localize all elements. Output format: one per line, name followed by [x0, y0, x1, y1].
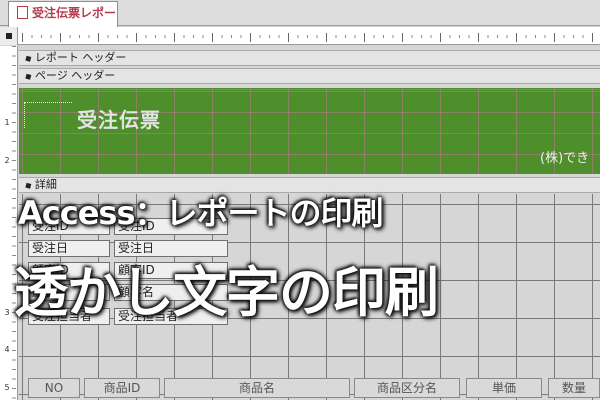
section-arrow-icon: ◆: [22, 70, 34, 84]
column-header-category[interactable]: 商品区分名: [354, 378, 460, 398]
select-report-icon[interactable]: [6, 33, 12, 39]
title-label-outline: [24, 102, 72, 128]
column-header-no[interactable]: NO: [28, 378, 80, 398]
column-header-product-name[interactable]: 商品名: [164, 378, 350, 398]
horizontal-ruler: [0, 27, 600, 45]
overlay-title-line1: Access：レポートの印刷: [18, 194, 384, 232]
overlay-title-line2: 透かし文字の印刷: [14, 261, 439, 324]
company-label[interactable]: (株)でき: [540, 147, 589, 166]
report-icon: [17, 6, 28, 19]
vruler-number: 5: [4, 383, 10, 392]
column-header-quantity[interactable]: 数量: [548, 378, 600, 398]
report-title-label[interactable]: 受注伝票: [77, 104, 161, 133]
column-header-product-id[interactable]: 商品ID: [84, 378, 160, 398]
section-bar-report-header[interactable]: ◆レポート ヘッダー: [19, 50, 600, 66]
column-header-unit-price[interactable]: 単価: [466, 378, 542, 398]
vruler-number: 4: [4, 345, 10, 354]
vruler-number: 2: [4, 156, 10, 165]
tab-report[interactable]: 受注伝票レポート: [8, 1, 118, 42]
vruler-number: 3: [4, 308, 10, 317]
section-label: ページ ヘッダー: [34, 69, 116, 82]
vruler-number: 1: [4, 118, 10, 127]
section-arrow-icon: ◆: [22, 52, 34, 66]
section-bar-page-header[interactable]: ◆ページ ヘッダー: [19, 68, 600, 84]
section-label: レポート ヘッダー: [34, 51, 127, 64]
